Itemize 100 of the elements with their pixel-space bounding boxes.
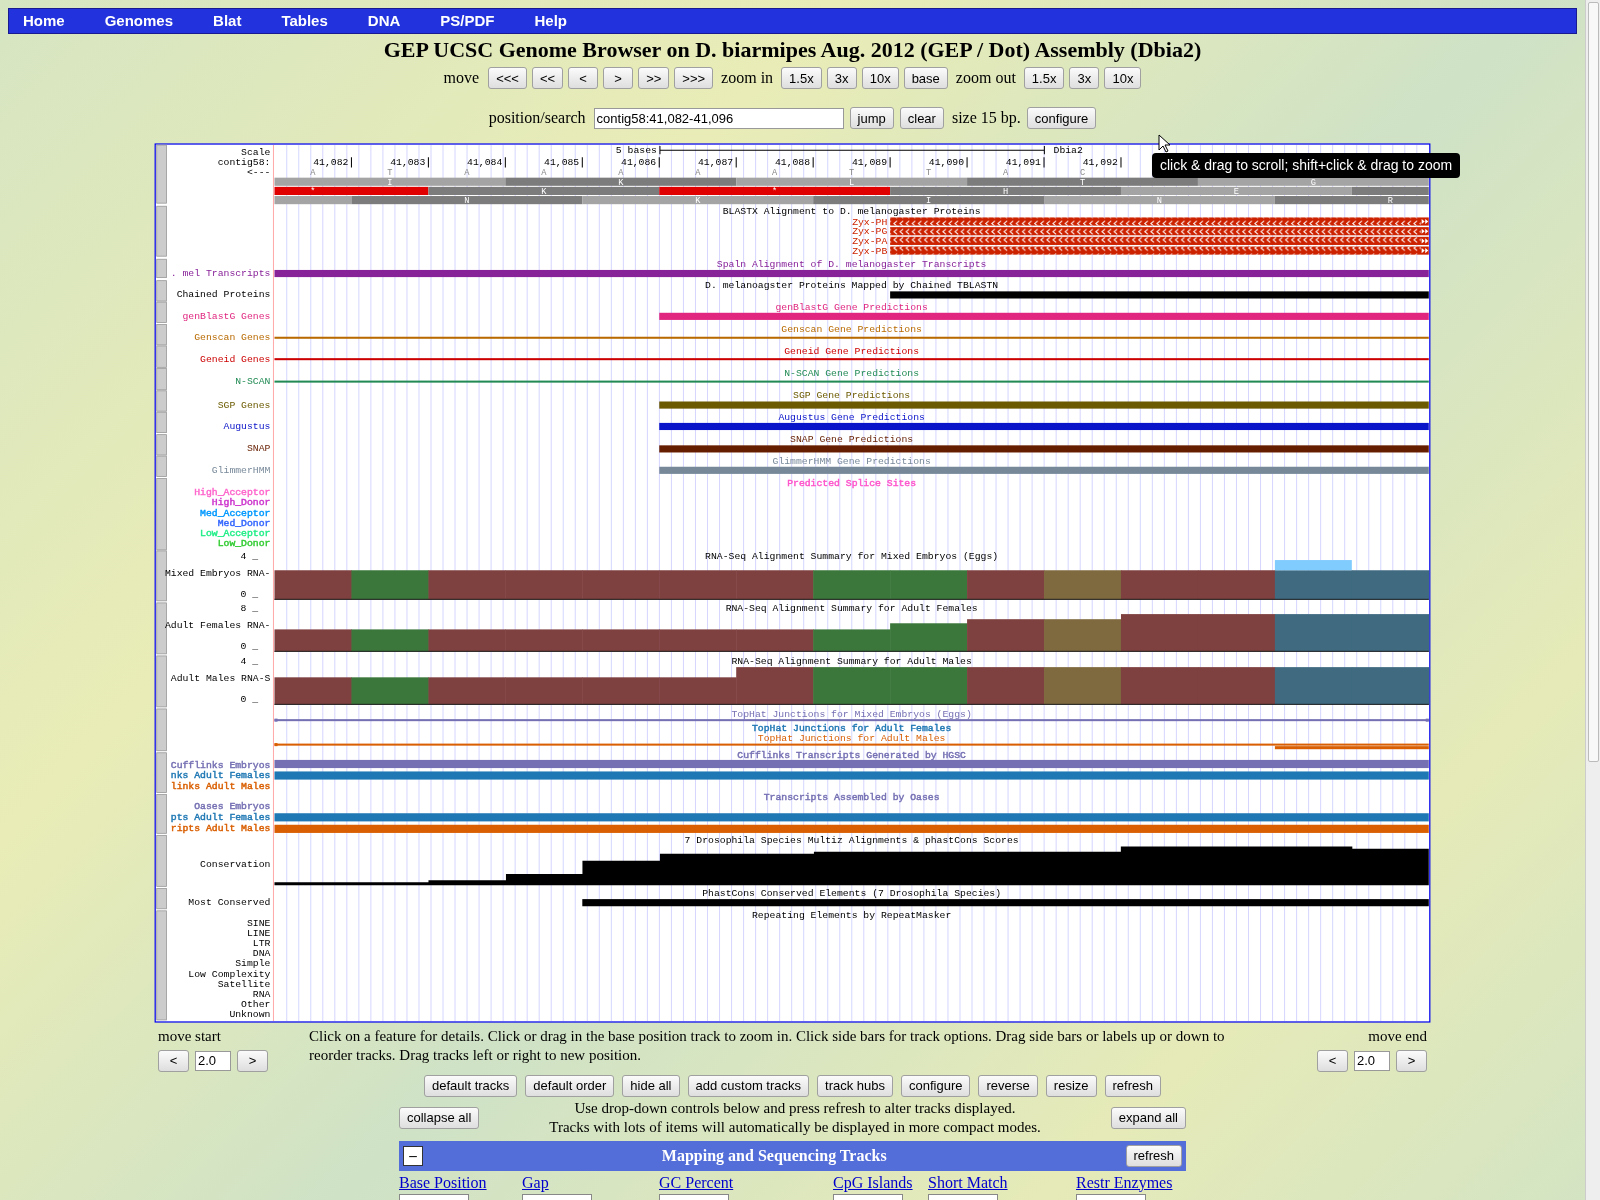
zoom-in-button[interactable]: 1.5x [781,67,822,89]
junction-line[interactable] [274,743,1429,750]
alignment-bar[interactable] [890,227,1429,236]
coverage-bar[interactable] [505,629,583,652]
track-link[interactable]: Base Position [399,1172,487,1192]
coverage-bar[interactable] [1121,614,1199,652]
coverage-bar[interactable] [890,667,968,705]
coverage-bar[interactable] [1274,614,1353,652]
coverage-bar[interactable] [428,677,506,705]
expand-all-button[interactable]: expand all [1110,1106,1186,1129]
move-end-button[interactable]: < [1317,1049,1348,1072]
coverage-bar[interactable] [1351,614,1430,652]
transcript-bar[interactable] [274,824,1429,833]
coverage-bar[interactable] [428,629,506,652]
coverage-bar[interactable] [1121,667,1199,705]
feature-bar[interactable] [582,899,1429,907]
nav-link[interactable]: DNA [367,9,401,33]
coverage-bar[interactable] [274,570,352,600]
move-end-button[interactable]: > [1396,1049,1427,1072]
coverage-bar[interactable] [736,570,814,600]
coverage-bar[interactable] [813,570,891,600]
clear-button[interactable]: clear [899,107,944,129]
zoom-out-button[interactable]: 1.5x [1023,67,1065,89]
coverage-bar[interactable] [351,629,429,652]
coverage-bar[interactable] [890,623,968,652]
coverage-bar[interactable] [967,619,1045,652]
track-link[interactable]: CpG Islands [833,1172,913,1192]
coverage-bar[interactable] [813,629,891,652]
coverage-bar[interactable] [890,570,968,600]
move-button[interactable]: >>> [674,67,714,89]
intron-line[interactable] [274,380,1429,383]
feature-bar[interactable] [274,269,1429,278]
alignment-bar[interactable] [890,246,1429,255]
track-action-button[interactable]: add custom tracks [687,1074,809,1097]
coverage-bar[interactable] [1197,667,1276,705]
track-link[interactable]: Restr Enzymes [1076,1172,1173,1192]
alignment-bar[interactable] [890,236,1429,245]
coverage-bar[interactable] [736,629,814,652]
track-action-button[interactable]: default tracks [424,1074,518,1097]
coverage-bar[interactable] [967,667,1045,705]
track-link[interactable]: Gap [522,1172,549,1192]
intron-line[interactable] [274,336,1429,339]
move-start-button[interactable]: < [158,1049,189,1072]
track-action-button[interactable]: hide all [622,1074,680,1097]
track-action-button[interactable]: configure [901,1074,971,1097]
nav-link[interactable]: PS/PDF [440,9,495,33]
coverage-bar[interactable] [582,677,660,705]
nav-link[interactable]: Genomes [104,9,174,33]
coverage-bar[interactable] [274,629,352,652]
coverage-bar[interactable] [351,677,429,705]
coverage-bar[interactable] [813,667,891,705]
coverage-bar[interactable] [505,677,583,705]
move-start-field[interactable]: 2.0 [195,1050,231,1071]
coverage-bar[interactable] [659,629,737,652]
transcript-bar[interactable] [274,771,1429,780]
move-button[interactable]: << [531,67,564,89]
coverage-bar[interactable] [428,570,506,600]
junction-line[interactable] [274,718,1429,722]
track-action-button[interactable]: resize [1045,1074,1097,1097]
nav-link[interactable]: Home [23,9,65,33]
intron-line[interactable] [274,358,1429,361]
zoom-in-button[interactable]: 3x [826,67,857,89]
coverage-bar[interactable] [351,570,429,600]
zoom-in-button[interactable]: 10x [861,67,899,89]
zoom-out-button[interactable]: 3x [1069,67,1100,89]
coverage-bar[interactable] [505,570,583,600]
coverage-bar[interactable] [582,570,660,600]
transcript-bar[interactable] [274,813,1429,822]
coverage-bar[interactable] [967,570,1045,600]
coverage-bar[interactable] [659,677,737,705]
coverage-bar[interactable] [1044,570,1122,600]
coverage-bar[interactable] [1197,570,1276,600]
zoom-out-button[interactable]: 10x [1104,67,1142,89]
coverage-bar[interactable] [1121,570,1199,600]
coverage-bar[interactable] [1044,619,1122,652]
transcript-bar[interactable] [274,759,1429,769]
move-button[interactable]: <<< [488,67,527,89]
move-button[interactable]: >> [638,67,670,89]
coverage-bar[interactable] [1351,667,1430,705]
track-action-button[interactable]: refresh [1104,1074,1161,1097]
coverage-bar[interactable] [582,629,660,652]
nav-link[interactable]: Tables [281,9,328,33]
coverage-bar[interactable] [1197,614,1276,652]
track-link[interactable]: GC Percent [659,1172,734,1192]
collapse-group-button[interactable]: – [403,1145,423,1166]
collapse-all-button[interactable]: collapse all [399,1106,480,1129]
refresh-button[interactable]: refresh [1125,1144,1182,1167]
coverage-bar[interactable] [1274,667,1353,705]
track-action-button[interactable]: default order [525,1074,615,1097]
track-action-button[interactable]: track hubs [817,1074,893,1097]
scrollbar-thumb[interactable] [1587,2,1599,762]
move-button[interactable]: < [568,67,599,89]
feature-bar[interactable] [659,422,1429,431]
alignment-bar[interactable] [890,217,1429,226]
coverage-bar[interactable] [1044,667,1122,705]
feature-bar[interactable] [890,291,1429,299]
move-start-button[interactable]: > [237,1049,268,1072]
move-button[interactable]: > [603,67,634,89]
scrollbar[interactable] [1585,0,1600,1200]
coverage-bar[interactable] [659,570,737,600]
